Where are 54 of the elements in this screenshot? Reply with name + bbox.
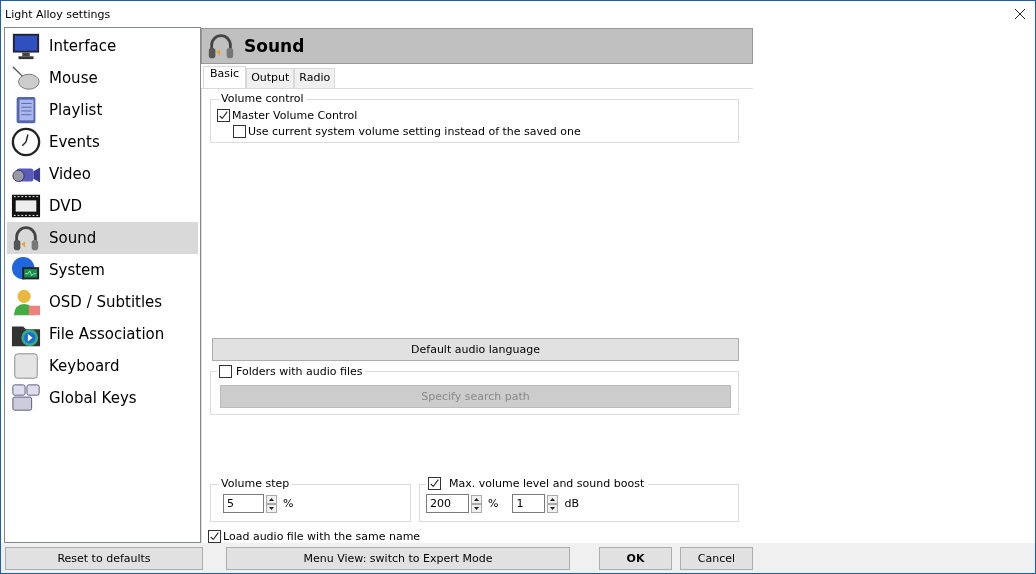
sidebar-item[interactable]: File Association <box>7 318 198 350</box>
sidebar-item[interactable]: System <box>7 254 198 286</box>
default-audio-language-button[interactable]: Default audio language <box>212 338 739 361</box>
sidebar-item[interactable]: Events <box>7 126 198 158</box>
menu-view-button[interactable]: Menu View: switch to Expert Mode <box>226 546 570 570</box>
unit-label: dB <box>564 497 579 510</box>
monitor-icon <box>11 31 41 61</box>
spin-up-button[interactable] <box>471 494 482 504</box>
number-field[interactable]: 200 <box>426 494 469 513</box>
clock-icon <box>11 127 41 157</box>
sidebar-item[interactable]: Global Keys <box>7 382 198 414</box>
sidebar-item[interactable]: Keyboard <box>7 350 198 382</box>
group-label: Volume control <box>219 92 306 105</box>
sidebar-item[interactable]: Interface <box>7 30 198 62</box>
checkbox-label: Use current system volume setting instead of the saved one <box>248 125 581 138</box>
spin-down-button[interactable] <box>266 503 277 513</box>
sidebar-item[interactable]: Playlist <box>7 94 198 126</box>
spin-up-button[interactable] <box>266 494 277 504</box>
sidebar-item[interactable]: Mouse <box>7 62 198 94</box>
close-icon[interactable] <box>1015 9 1025 19</box>
spin-down-button[interactable] <box>547 503 559 513</box>
sidebar-item[interactable]: Sound <box>7 222 198 254</box>
unit-label: % <box>488 497 499 510</box>
checkbox[interactable] <box>208 530 221 543</box>
window-title: Light Alloy settings <box>5 7 111 21</box>
checkbox-label: Max. volume level and sound boost <box>449 477 645 490</box>
number-field[interactable]: 1 <box>512 494 546 513</box>
checkbox[interactable] <box>217 109 230 122</box>
section-title: Sound <box>244 36 305 56</box>
tab[interactable]: Radio <box>294 68 336 88</box>
spin-down-button[interactable] <box>471 503 482 513</box>
headphones-icon <box>206 31 236 61</box>
keys-icon <box>11 383 41 413</box>
checkbox[interactable] <box>428 477 441 490</box>
tab[interactable]: Output <box>246 68 295 88</box>
spin-up-button[interactable] <box>547 494 559 504</box>
sidebar-item[interactable]: Video <box>7 158 198 190</box>
headphones-icon <box>11 223 41 253</box>
number-field[interactable]: 5 <box>223 494 264 513</box>
mouse-icon <box>11 63 41 93</box>
checkbox-label: Master Volume Control <box>232 109 358 122</box>
sidebar-item[interactable]: DVD <box>7 190 198 222</box>
tab[interactable]: Basic <box>203 66 247 88</box>
cancel-button[interactable]: Cancel <box>680 546 753 570</box>
ok-button[interactable]: OK <box>599 546 672 570</box>
unit-label: % <box>283 497 294 510</box>
sidebar-item[interactable]: OSD / Subtitles <box>7 286 198 318</box>
reset-button[interactable]: Reset to defaults <box>5 546 203 570</box>
checkbox-label: Load audio file with the same name <box>223 530 421 543</box>
checkbox-label: Folders with audio files <box>236 365 363 378</box>
person-icon <box>11 287 41 317</box>
checkbox[interactable] <box>219 365 232 378</box>
group-label: Volume step <box>219 477 292 490</box>
checkbox[interactable] <box>233 125 246 138</box>
